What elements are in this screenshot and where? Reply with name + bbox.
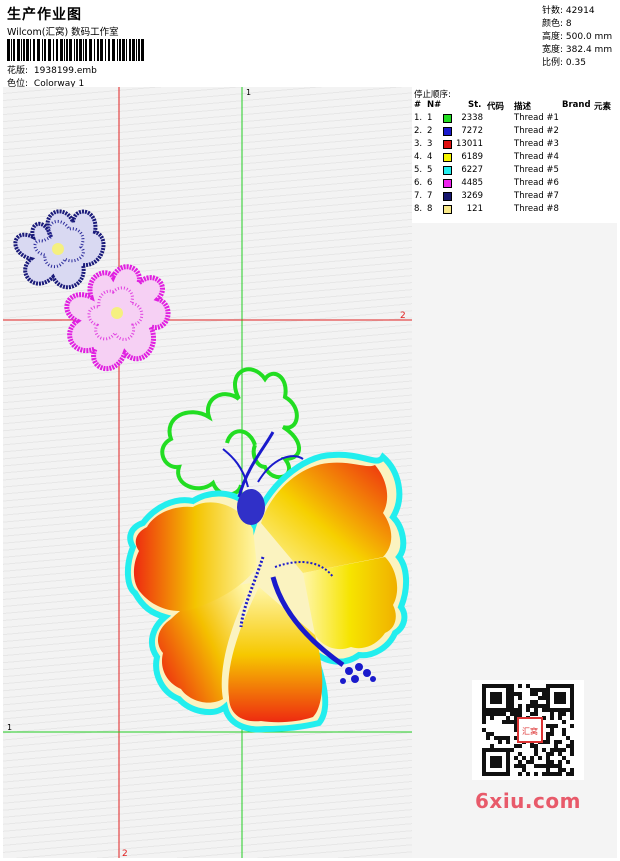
stop-row: 5. 5 6227 Thread #5 — [412, 164, 617, 177]
thread-color-swatch — [443, 205, 452, 214]
thread-color-swatch — [443, 140, 452, 149]
stop-row-desc: Thread #5 — [514, 165, 559, 175]
guide-label-bottom: 2 — [122, 849, 128, 858]
guide-label-top: 1 — [246, 88, 251, 97]
qr-code-icon: 汇窝 — [472, 680, 584, 780]
stop-row-stitches: 4485 — [461, 178, 483, 188]
stop-row-desc: Thread #8 — [514, 204, 559, 214]
stop-row-num: 6. — [414, 178, 423, 188]
col-code: 代码 — [487, 102, 505, 112]
design-file-label: 花版: — [7, 66, 29, 76]
stop-row-stitches: 6227 — [461, 165, 483, 175]
magenta-flower — [64, 264, 171, 372]
header-info: 生产作业图 Wilcom(汇窝) 数码工作室 花版: 1938199.emb 色… — [3, 3, 541, 89]
design-canvas: 1 2 1 2 — [3, 87, 413, 858]
stop-row-stitches: 2338 — [461, 113, 483, 123]
stat-width: 宽度: 382.4 mm — [542, 45, 613, 55]
stop-sequence-title: 停止顺序: — [414, 90, 451, 100]
stat-colors: 颜色: 8 — [542, 19, 572, 29]
stop-row: 6. 6 4485 Thread #6 — [412, 177, 617, 190]
stop-row-num: 2. — [414, 126, 423, 136]
stop-row: 4. 4 6189 Thread #4 — [412, 151, 617, 164]
design-preview: 1 2 1 2 — [3, 87, 412, 858]
col-st: St. — [468, 100, 482, 110]
stop-row-desc: Thread #2 — [514, 126, 559, 136]
col-element: 元素 — [594, 102, 612, 112]
stop-row: 7. 7 3269 Thread #7 — [412, 190, 617, 203]
stop-row-no: 2 — [427, 126, 433, 136]
thread-color-swatch — [443, 114, 452, 123]
col-no: N# — [427, 100, 442, 110]
stop-row-desc: Thread #1 — [514, 113, 559, 123]
stop-row-num: 5. — [414, 165, 423, 175]
sheet-title: 生产作业图 — [7, 7, 82, 23]
thread-color-swatch — [443, 192, 452, 201]
stop-row-stitches: 121 — [466, 204, 483, 214]
stop-row-no: 6 — [427, 178, 433, 188]
studio-name: Wilcom(汇窝) 数码工作室 — [7, 27, 119, 38]
col-num: # — [414, 100, 422, 110]
stop-table-header: # N# St. 代码 描述 Brand 元素 — [412, 100, 617, 112]
production-sheet: 生产作业图 Wilcom(汇窝) 数码工作室 花版: 1938199.emb 色… — [0, 0, 620, 861]
stop-row-no: 3 — [427, 139, 433, 149]
stop-row: 3. 3 13011 Thread #3 — [412, 138, 617, 151]
stop-row-no: 4 — [427, 152, 433, 162]
stop-row-num: 7. — [414, 191, 423, 201]
stop-row-num: 1. — [414, 113, 423, 123]
stop-row-no: 1 — [427, 113, 433, 123]
stop-row-desc: Thread #6 — [514, 178, 559, 188]
stop-row-stitches: 13011 — [456, 139, 484, 149]
design-file-row: 花版: 1938199.emb — [7, 63, 97, 76]
thread-color-swatch — [443, 166, 452, 175]
stop-row-stitches: 3269 — [461, 191, 483, 201]
stop-row-no: 8 — [427, 204, 433, 214]
stop-row: 8. 8 121 Thread #8 — [412, 203, 617, 216]
stop-row: 1. 1 2338 Thread #1 — [412, 112, 617, 125]
stop-row: 2. 2 7272 Thread #2 — [412, 125, 617, 138]
stop-row-no: 7 — [427, 191, 433, 201]
small-navy-flower — [13, 209, 106, 290]
stop-row-stitches: 6189 — [461, 152, 483, 162]
design-file-name: 1938199.emb — [33, 66, 97, 76]
stop-row-stitches: 7272 — [461, 126, 483, 136]
stop-row-num: 8. — [414, 204, 423, 214]
thread-color-swatch — [443, 153, 452, 162]
stop-row-desc: Thread #7 — [514, 191, 559, 201]
stop-sequence-table: 停止顺序: # N# St. 代码 描述 Brand 元素 1. 1 2338 Thr… — [412, 87, 617, 224]
stat-scale: 比例: 0.35 — [542, 58, 586, 68]
thread-color-swatch — [443, 179, 452, 188]
stat-height: 高度: 500.0 mm — [542, 32, 613, 42]
guide-label-left: 1 — [7, 723, 12, 732]
svg-text:汇窝: 汇窝 — [522, 726, 538, 736]
stop-row-desc: Thread #3 — [514, 139, 559, 149]
guide-label-right: 2 — [400, 311, 406, 321]
col-brand: Brand — [562, 100, 591, 110]
watermark-text: 6xiu.com — [475, 789, 581, 813]
stat-stitches: 针数: 42914 — [542, 6, 595, 16]
stop-row-num: 4. — [414, 152, 423, 162]
stop-row-num: 3. — [414, 139, 423, 149]
design-stats: 针数: 42914 颜色: 8 高度: 500.0 mm 宽度: 382.4 m… — [540, 3, 617, 88]
stop-row-no: 5 — [427, 165, 433, 175]
green-leaf-outline — [160, 367, 301, 497]
col-desc: 描述 — [514, 102, 532, 112]
thread-color-swatch — [443, 127, 452, 136]
barcode-icon — [7, 39, 144, 61]
stop-row-desc: Thread #4 — [514, 152, 559, 162]
